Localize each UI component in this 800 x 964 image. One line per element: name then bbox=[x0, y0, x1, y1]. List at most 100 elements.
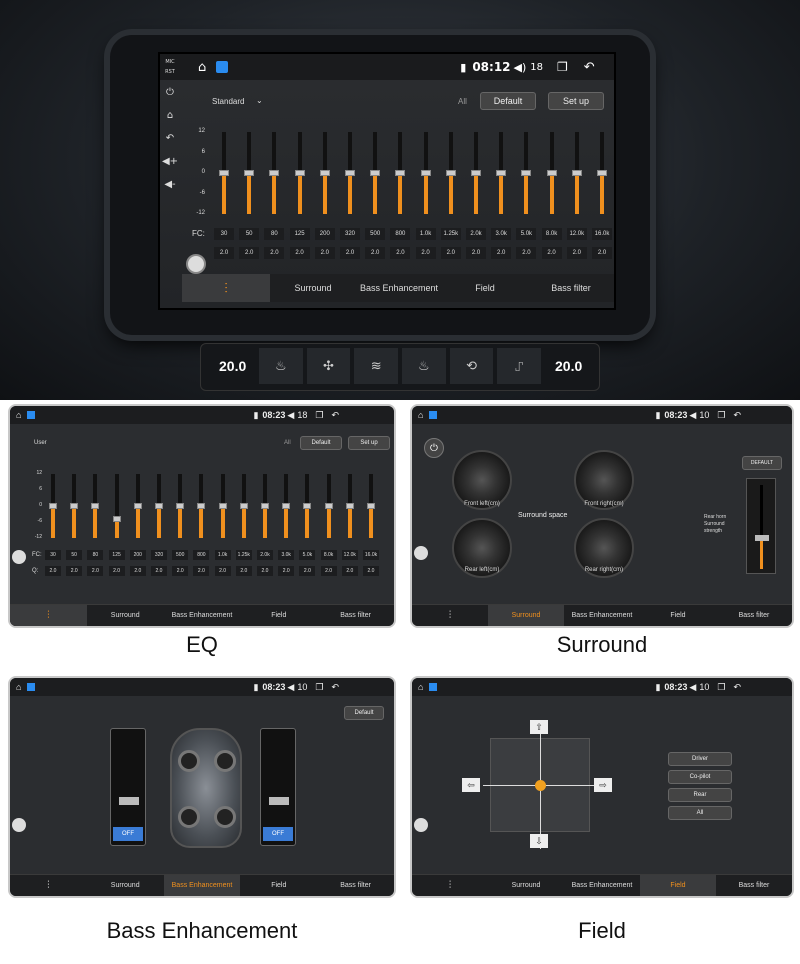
fc-value[interactable]: 80 bbox=[87, 550, 104, 560]
fc-value[interactable]: 8.0k bbox=[541, 228, 562, 240]
eq-slider-track[interactable] bbox=[367, 474, 375, 538]
eq-slider-knob[interactable] bbox=[345, 170, 355, 176]
vol-up-icon[interactable]: ◀+ bbox=[162, 156, 178, 167]
q-value[interactable]: 2.0 bbox=[320, 566, 337, 576]
eq-slider-track[interactable] bbox=[219, 132, 229, 214]
eq-slider-knob[interactable] bbox=[471, 170, 481, 176]
q-value[interactable]: 2.0 bbox=[390, 247, 411, 259]
eq-slider-knob[interactable] bbox=[269, 170, 280, 176]
eq-slider-knob[interactable] bbox=[197, 503, 206, 509]
app-icon[interactable] bbox=[429, 683, 438, 691]
q-value[interactable]: 2.0 bbox=[340, 247, 360, 259]
fc-value[interactable]: 5.0k bbox=[516, 228, 537, 240]
fc-value[interactable]: 200 bbox=[129, 550, 146, 560]
home-icon[interactable]: ⌂ bbox=[418, 410, 423, 420]
strength-knob[interactable] bbox=[755, 535, 769, 541]
fc-value[interactable]: 1.25k bbox=[235, 550, 252, 560]
eq-slider-knob[interactable] bbox=[70, 503, 79, 509]
app-icon[interactable] bbox=[216, 61, 229, 73]
q-value[interactable]: 2.0 bbox=[257, 566, 273, 576]
tab-bass-enhancement[interactable]: Bass Enhancement bbox=[564, 605, 640, 626]
eq-slider-track[interactable] bbox=[496, 132, 507, 214]
app-icon[interactable] bbox=[27, 683, 36, 691]
fc-value[interactable]: 1.25k bbox=[440, 228, 461, 240]
eq-slider-track[interactable] bbox=[319, 132, 330, 214]
q-value[interactable]: 2.0 bbox=[440, 247, 461, 259]
eq-slider-track[interactable] bbox=[155, 474, 163, 538]
eq-slider-knob[interactable] bbox=[239, 503, 248, 509]
recirculate-icon[interactable]: ⟲ bbox=[449, 348, 494, 384]
tab-eq[interactable]: ⫶ bbox=[10, 875, 87, 896]
eq-slider-track[interactable] bbox=[49, 474, 57, 538]
fc-value[interactable]: 2.0k bbox=[466, 228, 486, 240]
eq-slider-knob[interactable] bbox=[176, 503, 185, 509]
back-icon[interactable]: ↶ bbox=[331, 682, 339, 693]
eq-slider-track[interactable] bbox=[370, 132, 381, 214]
eq-slider-knob[interactable] bbox=[367, 503, 375, 509]
eq-slider-knob[interactable] bbox=[303, 503, 312, 509]
copilot-button[interactable]: Co-pilot bbox=[668, 770, 732, 784]
back-icon[interactable]: ↶ bbox=[733, 682, 741, 693]
q-value[interactable]: 2.0 bbox=[151, 566, 167, 576]
eq-slider-track[interactable] bbox=[70, 474, 79, 538]
eq-slider-knob[interactable] bbox=[420, 170, 431, 176]
q-value[interactable]: 2.0 bbox=[341, 566, 358, 576]
fc-value[interactable]: 800 bbox=[390, 228, 411, 240]
tab-field[interactable]: Field bbox=[240, 875, 317, 896]
all-button[interactable]: All bbox=[668, 806, 732, 820]
fc-value[interactable]: 16.0k bbox=[592, 228, 612, 240]
tab-eq[interactable]: ⫶ bbox=[10, 605, 87, 626]
recents-icon[interactable]: ❐ bbox=[315, 410, 323, 421]
fc-value[interactable]: 200 bbox=[314, 228, 335, 240]
fc-value[interactable]: 30 bbox=[45, 550, 61, 560]
rear-button[interactable]: Rear bbox=[668, 788, 732, 802]
q-value[interactable]: 2.0 bbox=[314, 247, 335, 259]
q-value[interactable]: 2.0 bbox=[45, 566, 61, 576]
fc-value[interactable]: 500 bbox=[172, 550, 189, 560]
eq-slider-track[interactable] bbox=[269, 132, 280, 214]
tab-surround[interactable]: Surround bbox=[488, 875, 564, 896]
power-icon[interactable]: ⏻ bbox=[424, 438, 444, 458]
setup-button[interactable]: Set up bbox=[548, 92, 604, 110]
eq-slider-knob[interactable] bbox=[597, 170, 607, 176]
eq-slider-knob[interactable] bbox=[571, 170, 582, 176]
eq-slider-knob[interactable] bbox=[112, 516, 121, 523]
eq-slider-knob[interactable] bbox=[49, 503, 57, 509]
recents-icon[interactable]: ❐ bbox=[717, 410, 725, 421]
eq-slider-track[interactable] bbox=[282, 474, 291, 538]
q-value[interactable]: 2.0 bbox=[172, 566, 189, 576]
fc-value[interactable]: 5.0k bbox=[299, 550, 316, 560]
eq-slider-track[interactable] bbox=[471, 132, 481, 214]
eq-slider-knob[interactable] bbox=[546, 170, 557, 176]
tab-bass-enhancement[interactable]: Bass Enhancement bbox=[164, 605, 241, 626]
eq-slider-knob[interactable] bbox=[91, 503, 100, 509]
fc-value[interactable]: 12.0k bbox=[566, 228, 587, 240]
float-button[interactable] bbox=[414, 546, 428, 560]
arrow-left-icon[interactable]: ⇦ bbox=[462, 778, 480, 792]
eq-slider-track[interactable] bbox=[420, 132, 431, 214]
tab-bass-filter[interactable]: Bass filter bbox=[317, 605, 394, 626]
arrow-right-icon[interactable]: ⇨ bbox=[594, 778, 612, 792]
q-value[interactable]: 2.0 bbox=[129, 566, 146, 576]
strength-slider[interactable] bbox=[746, 478, 776, 574]
tab-eq[interactable]: ⫶ bbox=[182, 274, 270, 302]
q-value[interactable]: 2.0 bbox=[466, 247, 486, 259]
default-button[interactable]: Default bbox=[300, 436, 342, 450]
eq-slider-track[interactable] bbox=[244, 132, 255, 214]
q-value[interactable]: 2.0 bbox=[566, 247, 587, 259]
fc-value[interactable]: 125 bbox=[108, 550, 125, 560]
tab-surround[interactable]: Surround bbox=[87, 875, 164, 896]
seat-heat-icon[interactable]: ♨ bbox=[259, 348, 303, 384]
q-value[interactable]: 2.0 bbox=[491, 247, 512, 259]
power-icon[interactable]: ⏻ bbox=[166, 87, 174, 98]
field-point[interactable] bbox=[535, 780, 546, 791]
fc-value[interactable]: 320 bbox=[151, 550, 167, 560]
q-value[interactable]: 2.0 bbox=[516, 247, 537, 259]
home-icon[interactable]: ⌂ bbox=[418, 682, 423, 692]
eq-slider-track[interactable] bbox=[571, 132, 582, 214]
q-value[interactable]: 2.0 bbox=[299, 566, 316, 576]
eq-slider-track[interactable] bbox=[345, 132, 355, 214]
fc-value[interactable]: 125 bbox=[289, 228, 310, 240]
tab-bass-enhancement[interactable]: Bass Enhancement bbox=[356, 274, 442, 302]
eq-slider-track[interactable] bbox=[294, 132, 305, 214]
